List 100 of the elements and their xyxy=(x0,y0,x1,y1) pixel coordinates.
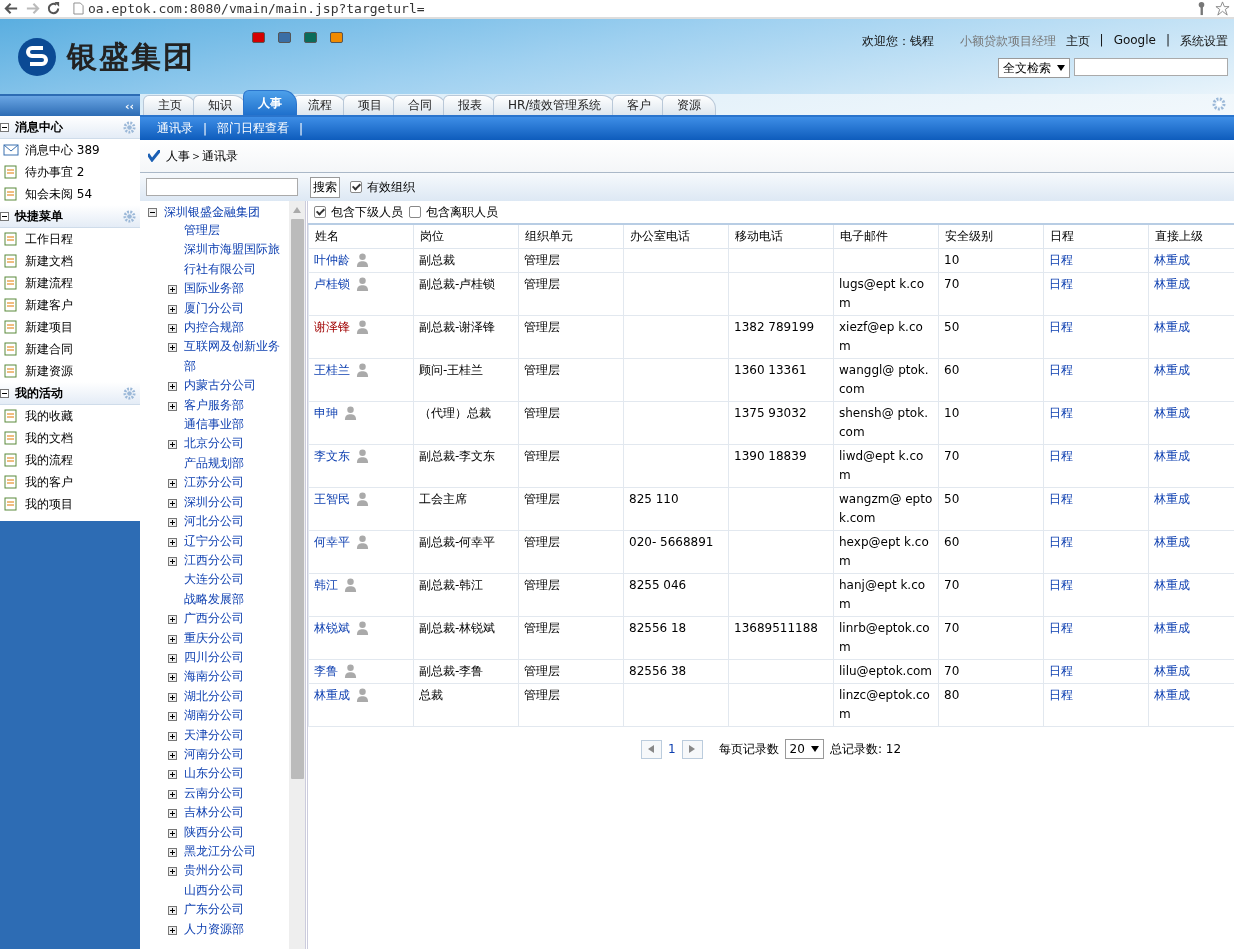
tree-item[interactable]: 陕西分公司 xyxy=(184,822,289,842)
sidebar-item[interactable]: 我的收藏 xyxy=(0,405,140,427)
search-button[interactable]: 搜索 xyxy=(310,176,340,198)
tree-item[interactable]: 四川分公司 xyxy=(184,647,289,668)
tree-item[interactable]: 天津分公司 xyxy=(184,725,289,745)
tree-item[interactable]: 客户服务部 xyxy=(184,395,289,416)
theme-swatch[interactable] xyxy=(304,32,317,43)
person-link[interactable]: 韩江 xyxy=(314,578,338,592)
sidebar-item[interactable]: 我的项目 xyxy=(0,493,140,515)
theme-swatch[interactable] xyxy=(252,32,265,43)
theme-swatch[interactable] xyxy=(330,32,343,43)
person-link[interactable]: 何幸平 xyxy=(314,535,350,549)
tree-item[interactable]: 国际业务部 xyxy=(184,279,289,299)
tree-item[interactable]: 贵州分公司 xyxy=(184,861,289,881)
schedule-link[interactable]: 日程 xyxy=(1049,578,1073,592)
tab[interactable]: 资源 xyxy=(662,95,717,115)
tree-item[interactable]: 云南分公司 xyxy=(184,783,289,804)
plus-icon[interactable] xyxy=(168,770,177,780)
plus-icon[interactable] xyxy=(168,615,177,625)
tree-item[interactable]: 战略发展部 xyxy=(184,589,289,610)
plus-icon[interactable] xyxy=(168,848,177,857)
manager-link[interactable]: 林重成 xyxy=(1154,535,1190,549)
manager-link[interactable]: 林重成 xyxy=(1154,621,1190,635)
person-link[interactable]: 李鲁 xyxy=(314,664,338,678)
header-link[interactable]: Google xyxy=(1113,33,1156,50)
person-link[interactable]: 林锐斌 xyxy=(314,621,350,635)
checkbox[interactable] xyxy=(350,181,362,193)
schedule-link[interactable]: 日程 xyxy=(1049,253,1073,267)
tree-item[interactable]: 湖北分公司 xyxy=(184,686,289,707)
plus-icon[interactable] xyxy=(168,401,177,411)
schedule-link[interactable]: 日程 xyxy=(1049,277,1073,291)
schedule-link[interactable]: 日程 xyxy=(1049,320,1073,334)
plus-icon[interactable] xyxy=(168,731,177,741)
tree-item[interactable]: 管理层 xyxy=(184,221,289,241)
person-link[interactable]: 申珅 xyxy=(314,406,338,420)
scroll-thumb[interactable] xyxy=(290,219,304,779)
plus-icon[interactable] xyxy=(168,828,177,838)
address-bar[interactable]: oa.eptok.com:8080/vmain/main.jsp?targeturl= xyxy=(73,1,1188,16)
section-header[interactable]: 我的活动 xyxy=(0,382,140,405)
plus-icon[interactable] xyxy=(168,537,177,547)
manager-link[interactable]: 林重成 xyxy=(1154,320,1190,334)
header-link[interactable]: 主页 xyxy=(1065,33,1090,50)
tree-item[interactable]: 广东分公司 xyxy=(184,900,289,920)
person-link[interactable]: 谢泽锋 xyxy=(314,320,350,334)
plus-icon[interactable] xyxy=(168,324,177,334)
tree-item[interactable]: 广西分公司 xyxy=(184,609,289,629)
schedule-link[interactable]: 日程 xyxy=(1049,688,1073,702)
tab[interactable]: 人事 xyxy=(243,90,297,115)
plus-icon[interactable] xyxy=(168,498,177,508)
next-page-button[interactable] xyxy=(681,739,703,759)
sidebar-item[interactable]: 新建流程 xyxy=(0,272,140,294)
manager-link[interactable]: 林重成 xyxy=(1154,406,1190,420)
manager-link[interactable]: 林重成 xyxy=(1154,363,1190,377)
minus-icon[interactable] xyxy=(148,208,157,217)
tree-item[interactable]: 大连分公司 xyxy=(184,570,289,590)
plus-icon[interactable] xyxy=(168,440,177,450)
tree-item[interactable]: 内控合规部 xyxy=(184,318,289,338)
page-number[interactable]: 1 xyxy=(667,742,676,756)
tree-item[interactable]: 吉林分公司 xyxy=(184,803,289,823)
sidebar-item[interactable]: 新建项目 xyxy=(0,316,140,338)
plus-icon[interactable] xyxy=(168,382,177,392)
plus-icon[interactable] xyxy=(168,673,177,683)
checkbox[interactable] xyxy=(314,206,326,218)
reload-icon[interactable] xyxy=(46,1,61,16)
tree-item[interactable]: 深圳市海盟国际旅行社有限公司 xyxy=(148,240,289,280)
scrollbar[interactable] xyxy=(289,201,305,949)
schedule-link[interactable]: 日程 xyxy=(1049,449,1073,463)
manager-link[interactable]: 林重成 xyxy=(1154,277,1190,291)
tree-item[interactable]: 深圳分公司 xyxy=(184,492,289,513)
sidebar-item[interactable]: 新建资源 xyxy=(0,360,140,382)
tree-item[interactable]: 河北分公司 xyxy=(184,512,289,532)
plus-icon[interactable] xyxy=(168,750,177,760)
theme-swatch[interactable] xyxy=(278,32,291,43)
sidebar-item[interactable]: 新建合同 xyxy=(0,338,140,360)
schedule-link[interactable]: 日程 xyxy=(1049,492,1073,506)
tree-item[interactable]: 通信事业部 xyxy=(184,415,289,435)
plus-icon[interactable] xyxy=(168,479,177,489)
tree-item[interactable]: 人力资源部 xyxy=(184,919,289,940)
subnav-link[interactable]: 通讯录 xyxy=(157,120,193,137)
header-link[interactable]: 系统设置 xyxy=(1180,33,1228,50)
checkbox[interactable] xyxy=(409,206,421,218)
schedule-link[interactable]: 日程 xyxy=(1049,363,1073,377)
schedule-link[interactable]: 日程 xyxy=(1049,406,1073,420)
section-header[interactable]: 消息中心 xyxy=(0,116,140,139)
manager-link[interactable]: 林重成 xyxy=(1154,449,1190,463)
tree-item[interactable]: 深圳银盛金融集团 xyxy=(140,204,289,221)
person-link[interactable]: 李文东 xyxy=(314,449,350,463)
manager-link[interactable]: 林重成 xyxy=(1154,492,1190,506)
person-link[interactable]: 王智民 xyxy=(314,492,350,506)
sidebar-item[interactable]: 工作日程 xyxy=(0,228,140,250)
plus-icon[interactable] xyxy=(168,867,177,877)
schedule-link[interactable]: 日程 xyxy=(1049,664,1073,678)
star-icon[interactable] xyxy=(1215,1,1230,16)
sidebar-item[interactable]: 我的流程 xyxy=(0,449,140,471)
search-field[interactable] xyxy=(1074,58,1228,76)
sidebar-item[interactable]: 新建文档 xyxy=(0,250,140,272)
sidebar-item[interactable]: 知会未阅 54 xyxy=(0,183,140,205)
person-link[interactable]: 王桂兰 xyxy=(314,363,350,377)
subnav-link[interactable]: 部门日程查看 xyxy=(217,120,290,137)
plus-icon[interactable] xyxy=(168,634,177,644)
